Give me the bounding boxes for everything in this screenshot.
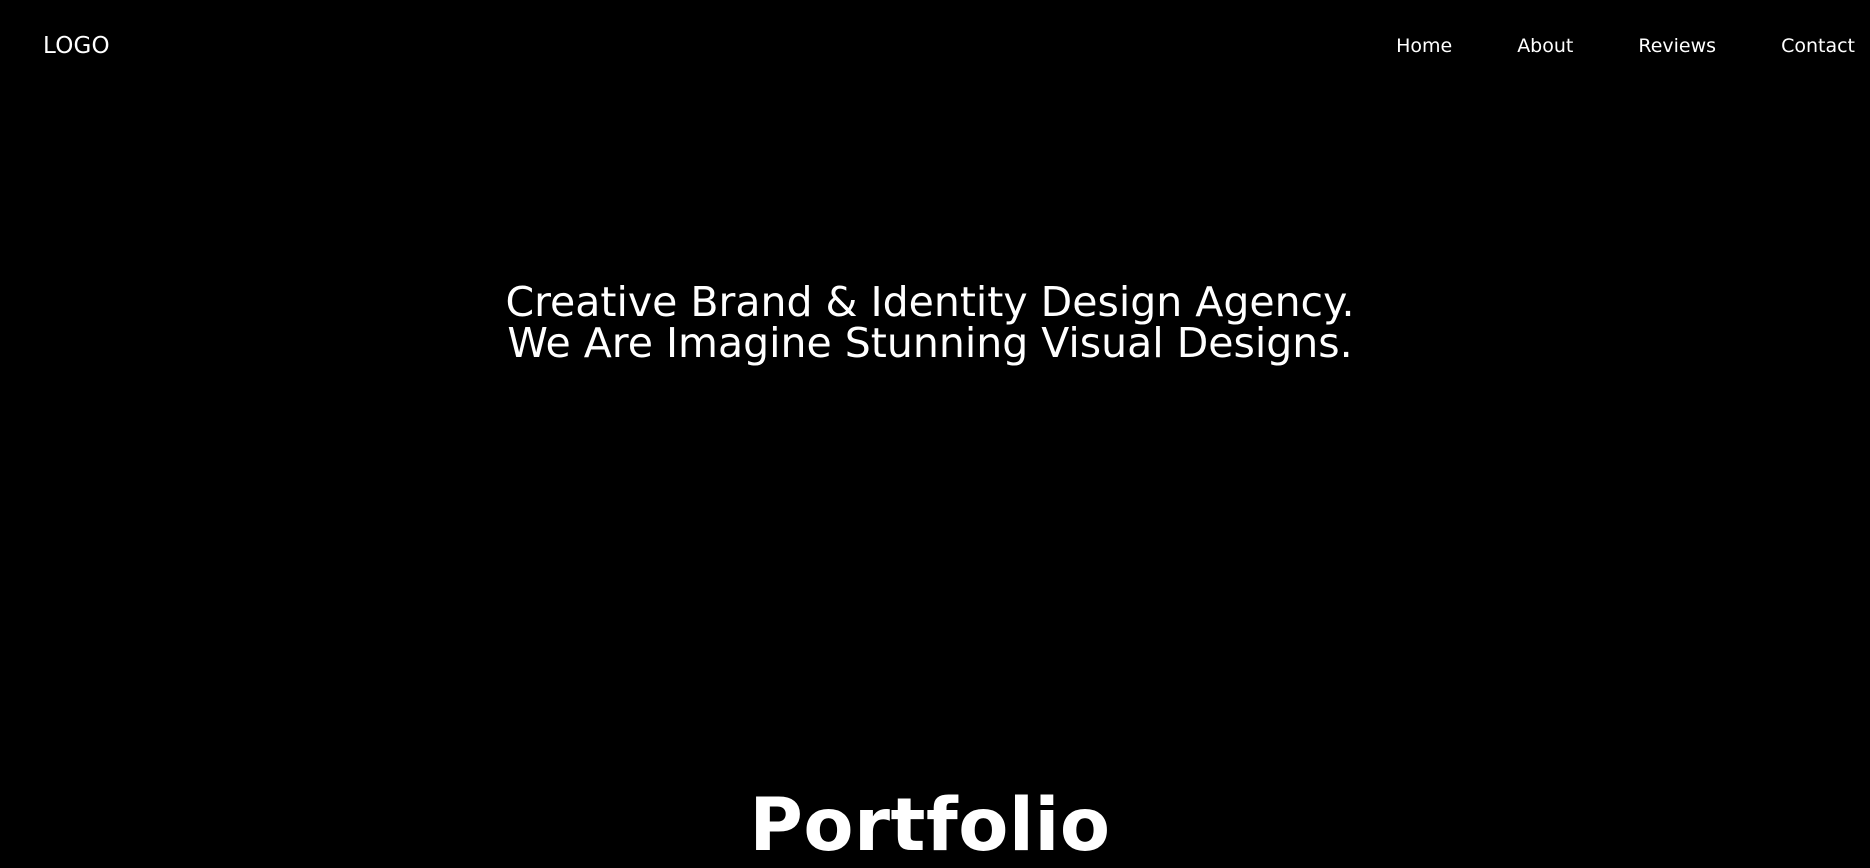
nav-link-about[interactable]: About: [1517, 33, 1573, 59]
nav-link-reviews[interactable]: Reviews: [1638, 33, 1716, 59]
nav-link-contact[interactable]: Contact: [1781, 33, 1855, 59]
page: LOGO Home About Reviews Contact Creative…: [0, 0, 1870, 868]
hero-headline: Creative Brand & Identity Design Agency.…: [505, 278, 1355, 367]
hero-section: Creative Brand & Identity Design Agency.…: [0, 282, 1860, 364]
portfolio-title: Portfolio: [749, 782, 1111, 868]
logo[interactable]: LOGO: [43, 31, 110, 61]
main-nav: Home About Reviews Contact: [1396, 33, 1855, 59]
nav-link-home[interactable]: Home: [1396, 33, 1452, 59]
